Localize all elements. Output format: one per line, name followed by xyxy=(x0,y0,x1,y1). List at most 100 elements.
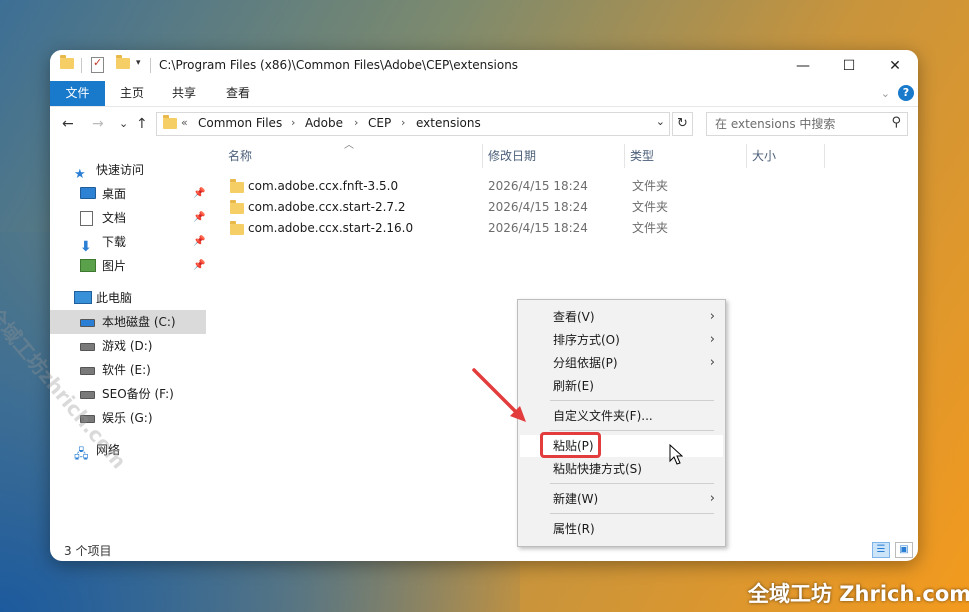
chevron-right-icon: › xyxy=(709,355,715,370)
refresh-button[interactable]: ↻ xyxy=(672,112,693,136)
sidebar-item-label: 快速访问 xyxy=(96,163,145,177)
forward-button[interactable]: → xyxy=(92,116,104,132)
column-divider[interactable] xyxy=(824,144,825,168)
menu-item-label: 新建(W) xyxy=(553,492,599,506)
menu-item-label: 自定义文件夹(F)... xyxy=(553,409,653,423)
sidebar-item-quick-access[interactable]: ★ 快速访问 xyxy=(74,158,144,182)
menu-item-new[interactable]: 新建(W) › xyxy=(520,488,723,510)
menu-item-label: 属性(R) xyxy=(553,522,595,536)
menu-divider xyxy=(550,483,714,484)
folder-icon xyxy=(230,179,244,193)
chevron-right-icon: › xyxy=(709,491,715,506)
sidebar-item-label: 图片 xyxy=(102,259,127,273)
address-bar[interactable]: « Common Files › Adobe › CEP › extension… xyxy=(156,112,670,136)
large-icons-view-icon[interactable]: ▣ xyxy=(895,542,913,558)
sidebar-item-drive-e[interactable]: 软件 (E:) xyxy=(80,358,151,382)
back-button[interactable]: ← xyxy=(62,116,74,132)
tab-home[interactable]: 主页 xyxy=(112,81,152,106)
navigation-pane: ★ 快速访问 桌面 📌 文档 📌 ⬇ 下载 📌 图片 📌 此电脑 本地磁盘 (C… xyxy=(50,156,208,536)
tab-share[interactable]: 共享 xyxy=(164,81,204,106)
column-divider[interactable] xyxy=(482,144,483,168)
menu-item-label: 查看(V) xyxy=(553,310,595,324)
file-type: 文件夹 xyxy=(632,221,669,235)
sidebar-item-drive-d[interactable]: 游戏 (D:) xyxy=(80,334,152,358)
sidebar-item-drive-f[interactable]: SEO备份 (F:) xyxy=(80,382,174,406)
menu-item-view[interactable]: 查看(V) › xyxy=(520,306,723,328)
breadcrumb-extensions[interactable]: extensions xyxy=(416,116,481,130)
tab-file[interactable]: 文件 xyxy=(50,81,105,106)
details-view-icon[interactable]: ☰ xyxy=(872,542,890,558)
sidebar-item-label: 下载 xyxy=(102,235,127,249)
minimize-button[interactable]: — xyxy=(780,50,826,81)
pin-icon: 📌 xyxy=(193,236,206,247)
sidebar-item-this-pc[interactable]: 此电脑 xyxy=(74,286,132,310)
menu-item-sort-by[interactable]: 排序方式(O) › xyxy=(520,329,723,351)
address-row: ← → ⌄ ↑ « Common Files › Adobe › CEP › e… xyxy=(50,107,918,141)
menu-item-label: 刷新(E) xyxy=(553,379,594,393)
file-row[interactable]: com.adobe.ccx.fnft-3.5.0 2026/4/15 18:24… xyxy=(224,176,684,197)
menu-item-paste[interactable]: 粘贴(P) xyxy=(520,432,723,458)
annotation-arrow-icon xyxy=(472,368,526,422)
menu-item-properties[interactable]: 属性(R) xyxy=(520,518,723,540)
sidebar-item-label: SEO备份 (F:) xyxy=(102,387,174,401)
file-name: com.adobe.ccx.start-2.7.2 xyxy=(248,200,406,214)
chevron-right-icon[interactable]: › xyxy=(354,116,358,129)
column-modified[interactable]: 修改日期 xyxy=(484,142,624,170)
tab-view[interactable]: 查看 xyxy=(218,81,258,106)
properties-icon[interactable] xyxy=(91,56,104,73)
menu-divider xyxy=(550,430,714,431)
sidebar-item-label: 本地磁盘 (C:) xyxy=(102,315,176,329)
breadcrumb-cep[interactable]: CEP xyxy=(368,116,391,130)
folder-icon xyxy=(230,221,244,235)
ribbon-expand-icon[interactable]: ⌄ xyxy=(881,87,890,100)
breadcrumb-common-files[interactable]: Common Files xyxy=(198,116,282,130)
maximize-button[interactable]: ☐ xyxy=(826,50,872,81)
item-count: 3 个项目 xyxy=(64,544,112,558)
chevron-right-icon[interactable]: › xyxy=(291,116,295,129)
quick-access-toolbar-dropdown-icon[interactable]: ▾ xyxy=(136,58,141,68)
column-headers: ︿ 名称 修改日期 类型 大小 xyxy=(224,140,825,170)
search-icon[interactable]: ⚲ xyxy=(891,115,901,130)
close-button[interactable]: ✕ xyxy=(872,50,918,81)
column-type[interactable]: 类型 xyxy=(626,142,746,170)
sidebar-item-drive-c[interactable]: 本地磁盘 (C:) xyxy=(50,310,206,334)
breadcrumb-overflow[interactable]: « xyxy=(181,116,188,129)
new-folder-icon[interactable] xyxy=(116,55,130,69)
file-row[interactable]: com.adobe.ccx.start-2.7.2 2026/4/15 18:2… xyxy=(224,197,684,218)
recent-locations-button[interactable]: ⌄ xyxy=(119,117,128,130)
file-row[interactable]: com.adobe.ccx.start-2.16.0 2026/4/15 18:… xyxy=(224,218,684,239)
file-modified: 2026/4/15 18:24 xyxy=(488,200,588,214)
menu-item-group-by[interactable]: 分组依据(P) › xyxy=(520,352,723,374)
sidebar-item-label: 文档 xyxy=(102,211,127,225)
folder-icon xyxy=(163,115,177,129)
sidebar-item-pictures[interactable]: 图片 📌 xyxy=(80,254,208,278)
status-bar: 3 个项目 ☰ ▣ xyxy=(50,538,918,561)
help-icon[interactable]: ? xyxy=(898,85,914,101)
search-input[interactable] xyxy=(713,116,877,132)
divider xyxy=(150,58,151,73)
chevron-right-icon[interactable]: › xyxy=(401,116,405,129)
menu-item-customize-folder[interactable]: 自定义文件夹(F)... xyxy=(520,405,723,427)
computer-icon xyxy=(74,291,92,304)
chevron-down-icon[interactable]: ⌄ xyxy=(656,115,665,128)
column-divider[interactable] xyxy=(746,144,747,168)
file-type: 文件夹 xyxy=(632,179,669,193)
menu-item-paste-shortcut[interactable]: 粘贴快捷方式(S) xyxy=(520,458,723,480)
drive-icon xyxy=(80,343,95,351)
up-button[interactable]: ↑ xyxy=(136,116,148,132)
column-name[interactable]: 名称 xyxy=(224,142,482,170)
file-name: com.adobe.ccx.fnft-3.5.0 xyxy=(248,179,399,193)
file-modified: 2026/4/15 18:24 xyxy=(488,221,588,235)
column-size[interactable]: 大小 xyxy=(748,142,824,170)
file-explorer-window: ▾ C:\Program Files (x86)\Common Files\Ad… xyxy=(50,50,918,561)
sidebar-item-downloads[interactable]: ⬇ 下载 📌 xyxy=(80,230,208,255)
breadcrumb-adobe[interactable]: Adobe xyxy=(305,116,343,130)
annotation-highlight-box xyxy=(540,432,601,458)
column-divider[interactable] xyxy=(624,144,625,168)
search-box[interactable]: ⚲ xyxy=(706,112,908,136)
sidebar-item-documents[interactable]: 文档 📌 xyxy=(80,206,208,230)
sidebar-item-desktop[interactable]: 桌面 📌 xyxy=(80,182,208,206)
menu-item-refresh[interactable]: 刷新(E) xyxy=(520,375,723,397)
pictures-icon xyxy=(80,259,96,272)
chevron-right-icon: › xyxy=(709,309,715,324)
